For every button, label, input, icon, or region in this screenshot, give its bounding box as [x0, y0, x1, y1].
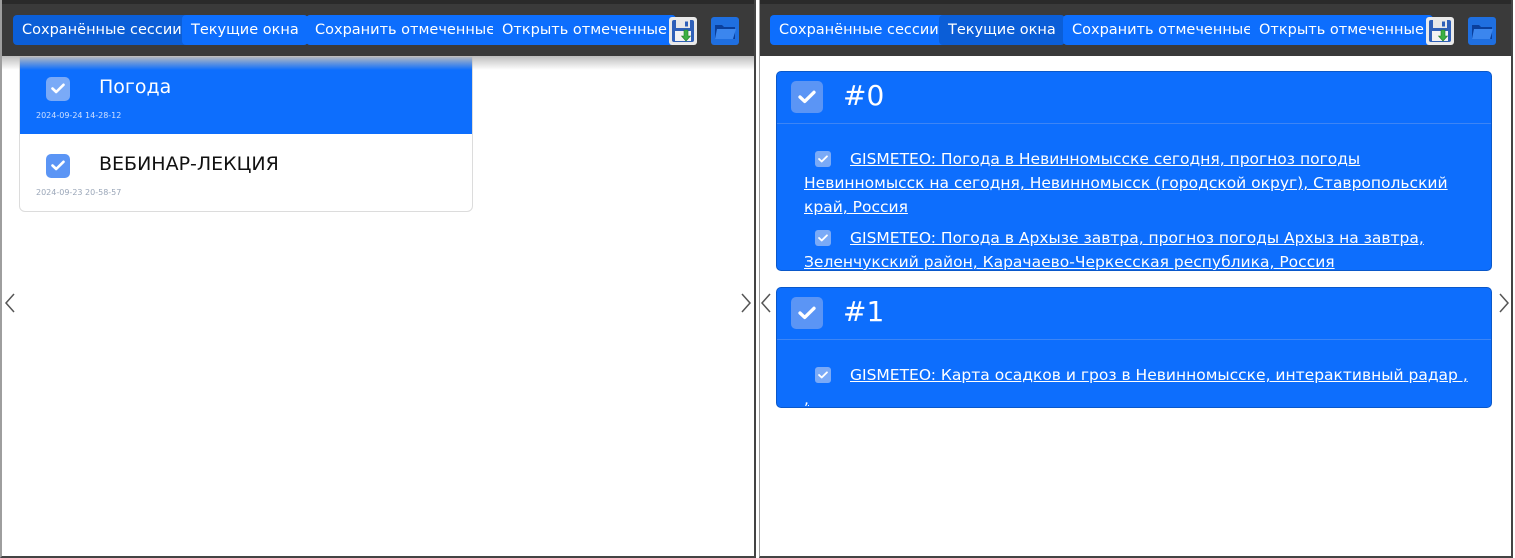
current-windows-panel: Сохранённые сессии Текущие окна Сохранит…	[759, 0, 1513, 558]
session-title: Погода	[99, 76, 172, 98]
saved-sessions-button[interactable]: Сохранённые сессии	[13, 15, 191, 45]
session-title: ВЕБИНАР-ЛЕКЦИЯ	[99, 153, 279, 175]
tab-item: GISMETEO: Карта осадков и гроз в Невинно…	[777, 363, 1491, 411]
window-header[interactable]: #1	[777, 288, 1491, 340]
chevron-left-icon[interactable]	[4, 292, 16, 314]
window-title: #0	[843, 79, 885, 112]
toolbar: Сохранённые сессии Текущие окна Сохранит…	[760, 0, 1511, 56]
save-selected-button[interactable]: Сохранить отмеченные	[306, 15, 505, 45]
tab-link[interactable]: GISMETEO: Карта осадков и гроз в Невинно…	[804, 363, 1471, 411]
session-date: 2024-09-24 14-28-12	[36, 111, 122, 120]
window-header[interactable]: #0	[777, 72, 1491, 124]
session-date: 2024-09-23 20-58-57	[36, 188, 122, 197]
toolbar: Сохранённые сессии Текущие окна Сохранит…	[2, 0, 754, 56]
tab-checkbox[interactable]	[815, 367, 831, 383]
floppy-disk-icon	[671, 19, 695, 43]
window-title: #1	[843, 295, 885, 328]
tab-checkbox[interactable]	[815, 230, 831, 246]
open-session-button[interactable]	[711, 17, 739, 45]
tab-item: GISMETEO: Погода в Невинномысске сегодня…	[777, 147, 1491, 219]
save-selected-button[interactable]: Сохранить отмеченные	[1063, 15, 1262, 45]
session-checkbox[interactable]	[46, 154, 70, 178]
tab-item: GISMETEO: Погода в Архызе завтра, прогно…	[777, 226, 1491, 274]
open-selected-button[interactable]: Открыть отмеченные	[1250, 15, 1433, 45]
tab-checkbox[interactable]	[815, 151, 831, 167]
save-session-button[interactable]	[1426, 17, 1454, 45]
chevron-right-icon[interactable]	[1498, 292, 1510, 314]
folder-open-icon	[713, 19, 737, 43]
tab-link[interactable]: GISMETEO: Погода в Архызе завтра, прогно…	[804, 226, 1471, 274]
tab-link[interactable]: GISMETEO: Погода в Невинномысске сегодня…	[804, 147, 1471, 219]
saved-sessions-panel: Сохранённые сессии Текущие окна Сохранит…	[0, 0, 756, 558]
chevron-left-icon[interactable]	[760, 292, 772, 314]
session-list: Погода 2024-09-24 14-28-12 ВЕБИНАР-ЛЕКЦИ…	[19, 56, 473, 212]
window-checkbox[interactable]	[791, 81, 823, 113]
save-session-button[interactable]	[669, 17, 697, 45]
window-card: #1 GISMETEO: Карта осадков и гроз в Неви…	[776, 287, 1492, 408]
open-session-button[interactable]	[1468, 17, 1496, 45]
chevron-right-icon[interactable]	[740, 292, 752, 314]
saved-sessions-button[interactable]: Сохранённые сессии	[770, 15, 948, 45]
window-checkbox[interactable]	[791, 297, 823, 329]
session-item[interactable]: ВЕБИНАР-ЛЕКЦИЯ 2024-09-23 20-58-57	[20, 134, 472, 211]
folder-open-icon	[1470, 19, 1494, 43]
toolbar-shadow	[2, 56, 754, 70]
floppy-disk-icon	[1428, 19, 1452, 43]
session-checkbox[interactable]	[46, 77, 70, 101]
open-selected-button[interactable]: Открыть отмеченные	[493, 15, 676, 45]
current-windows-button[interactable]: Текущие окна	[182, 15, 308, 45]
window-card: #0 GISMETEO: Погода в Невинномысске сего…	[776, 71, 1492, 271]
current-windows-button[interactable]: Текущие окна	[939, 15, 1065, 45]
